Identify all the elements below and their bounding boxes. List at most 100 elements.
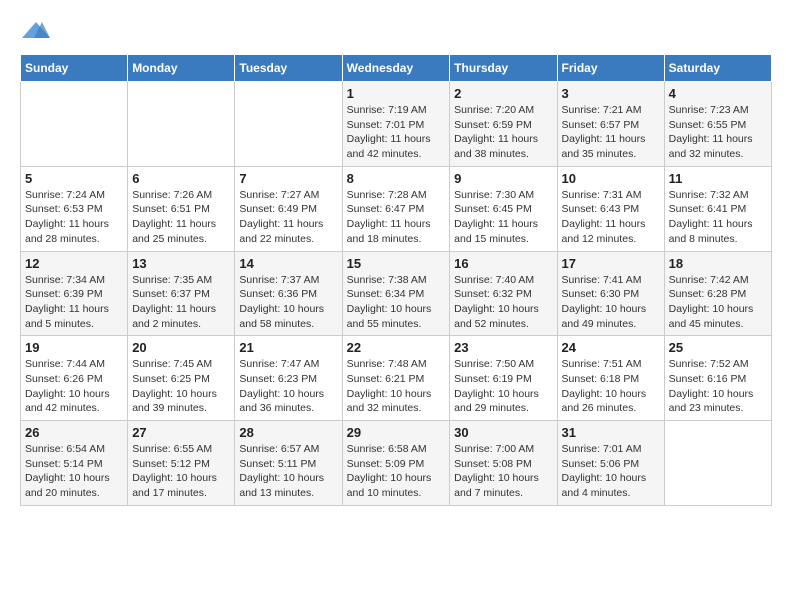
calendar-cell: 22 Sunrise: 7:48 AMSunset: 6:21 PMDayligh… bbox=[342, 336, 450, 421]
calendar-cell: 3 Sunrise: 7:21 AMSunset: 6:57 PMDaylight… bbox=[557, 82, 664, 167]
weekday-header-tuesday: Tuesday bbox=[235, 55, 342, 82]
day-info: Sunrise: 7:32 AMSunset: 6:41 PMDaylight:… bbox=[669, 188, 767, 247]
calendar-table: SundayMondayTuesdayWednesdayThursdayFrid… bbox=[20, 54, 772, 506]
calendar-cell: 8 Sunrise: 7:28 AMSunset: 6:47 PMDaylight… bbox=[342, 166, 450, 251]
day-number: 1 bbox=[347, 86, 446, 101]
day-number: 3 bbox=[562, 86, 660, 101]
day-number: 4 bbox=[669, 86, 767, 101]
weekday-header-saturday: Saturday bbox=[664, 55, 771, 82]
day-number: 20 bbox=[132, 340, 230, 355]
day-info: Sunrise: 7:52 AMSunset: 6:16 PMDaylight:… bbox=[669, 357, 767, 416]
week-row-4: 19 Sunrise: 7:44 AMSunset: 6:26 PMDayligh… bbox=[21, 336, 772, 421]
logo bbox=[20, 20, 50, 38]
day-info: Sunrise: 7:48 AMSunset: 6:21 PMDaylight:… bbox=[347, 357, 446, 416]
weekday-header-thursday: Thursday bbox=[450, 55, 557, 82]
calendar-cell: 15 Sunrise: 7:38 AMSunset: 6:34 PMDayligh… bbox=[342, 251, 450, 336]
day-number: 31 bbox=[562, 425, 660, 440]
calendar-cell: 29 Sunrise: 6:58 AMSunset: 5:09 PMDayligh… bbox=[342, 421, 450, 506]
day-number: 10 bbox=[562, 171, 660, 186]
day-info: Sunrise: 7:31 AMSunset: 6:43 PMDaylight:… bbox=[562, 188, 660, 247]
calendar-cell: 17 Sunrise: 7:41 AMSunset: 6:30 PMDayligh… bbox=[557, 251, 664, 336]
calendar-cell: 14 Sunrise: 7:37 AMSunset: 6:36 PMDayligh… bbox=[235, 251, 342, 336]
day-number: 27 bbox=[132, 425, 230, 440]
calendar-cell: 19 Sunrise: 7:44 AMSunset: 6:26 PMDayligh… bbox=[21, 336, 128, 421]
day-info: Sunrise: 7:30 AMSunset: 6:45 PMDaylight:… bbox=[454, 188, 552, 247]
day-number: 6 bbox=[132, 171, 230, 186]
calendar-cell: 11Sunrise: 7:32 AMSunset: 6:41 PMDayligh… bbox=[664, 166, 771, 251]
day-number: 12 bbox=[25, 256, 123, 271]
weekday-header-wednesday: Wednesday bbox=[342, 55, 450, 82]
calendar-cell: 27 Sunrise: 6:55 AMSunset: 5:12 PMDayligh… bbox=[128, 421, 235, 506]
weekday-header-row: SundayMondayTuesdayWednesdayThursdayFrid… bbox=[21, 55, 772, 82]
day-number: 23 bbox=[454, 340, 552, 355]
calendar-cell: 18 Sunrise: 7:42 AMSunset: 6:28 PMDayligh… bbox=[664, 251, 771, 336]
day-number: 24 bbox=[562, 340, 660, 355]
day-info: Sunrise: 7:47 AMSunset: 6:23 PMDaylight:… bbox=[239, 357, 337, 416]
calendar-cell: 26 Sunrise: 6:54 AMSunset: 5:14 PMDayligh… bbox=[21, 421, 128, 506]
calendar-cell: 4 Sunrise: 7:23 AMSunset: 6:55 PMDaylight… bbox=[664, 82, 771, 167]
day-number: 9 bbox=[454, 171, 552, 186]
day-number: 19 bbox=[25, 340, 123, 355]
day-info: Sunrise: 7:27 AMSunset: 6:49 PMDaylight:… bbox=[239, 188, 337, 247]
day-info: Sunrise: 7:34 AMSunset: 6:39 PMDaylight:… bbox=[25, 273, 123, 332]
day-number: 21 bbox=[239, 340, 337, 355]
day-number: 14 bbox=[239, 256, 337, 271]
calendar-cell bbox=[235, 82, 342, 167]
day-info: Sunrise: 7:28 AMSunset: 6:47 PMDaylight:… bbox=[347, 188, 446, 247]
day-number: 8 bbox=[347, 171, 446, 186]
calendar-body: 1Sunrise: 7:19 AMSunset: 7:01 PMDaylight… bbox=[21, 82, 772, 506]
day-info: Sunrise: 7:42 AMSunset: 6:28 PMDaylight:… bbox=[669, 273, 767, 332]
calendar-cell: 10 Sunrise: 7:31 AMSunset: 6:43 PMDayligh… bbox=[557, 166, 664, 251]
calendar-cell: 21 Sunrise: 7:47 AMSunset: 6:23 PMDayligh… bbox=[235, 336, 342, 421]
day-info: Sunrise: 7:23 AMSunset: 6:55 PMDaylight:… bbox=[669, 103, 767, 162]
calendar-cell: 23Sunrise: 7:50 AMSunset: 6:19 PMDayligh… bbox=[450, 336, 557, 421]
day-number: 18 bbox=[669, 256, 767, 271]
day-number: 15 bbox=[347, 256, 446, 271]
day-number: 28 bbox=[239, 425, 337, 440]
day-info: Sunrise: 7:20 AMSunset: 6:59 PMDaylight:… bbox=[454, 103, 552, 162]
day-number: 25 bbox=[669, 340, 767, 355]
day-number: 22 bbox=[347, 340, 446, 355]
calendar-cell: 30Sunrise: 7:00 AMSunset: 5:08 PMDayligh… bbox=[450, 421, 557, 506]
day-info: Sunrise: 7:38 AMSunset: 6:34 PMDaylight:… bbox=[347, 273, 446, 332]
calendar-cell bbox=[664, 421, 771, 506]
day-info: Sunrise: 6:55 AMSunset: 5:12 PMDaylight:… bbox=[132, 442, 230, 501]
day-number: 13 bbox=[132, 256, 230, 271]
calendar-cell: 12 Sunrise: 7:34 AMSunset: 6:39 PMDayligh… bbox=[21, 251, 128, 336]
day-info: Sunrise: 7:37 AMSunset: 6:36 PMDaylight:… bbox=[239, 273, 337, 332]
day-info: Sunrise: 7:24 AMSunset: 6:53 PMDaylight:… bbox=[25, 188, 123, 247]
calendar-cell: 1Sunrise: 7:19 AMSunset: 7:01 PMDaylight… bbox=[342, 82, 450, 167]
week-row-3: 12 Sunrise: 7:34 AMSunset: 6:39 PMDayligh… bbox=[21, 251, 772, 336]
day-info: Sunrise: 7:51 AMSunset: 6:18 PMDaylight:… bbox=[562, 357, 660, 416]
day-info: Sunrise: 7:26 AMSunset: 6:51 PMDaylight:… bbox=[132, 188, 230, 247]
page-header bbox=[20, 20, 772, 38]
day-number: 30 bbox=[454, 425, 552, 440]
week-row-2: 5Sunrise: 7:24 AMSunset: 6:53 PMDaylight… bbox=[21, 166, 772, 251]
calendar-cell bbox=[21, 82, 128, 167]
calendar-cell: 5Sunrise: 7:24 AMSunset: 6:53 PMDaylight… bbox=[21, 166, 128, 251]
calendar-cell: 20 Sunrise: 7:45 AMSunset: 6:25 PMDayligh… bbox=[128, 336, 235, 421]
day-number: 29 bbox=[347, 425, 446, 440]
day-info: Sunrise: 7:44 AMSunset: 6:26 PMDaylight:… bbox=[25, 357, 123, 416]
weekday-header-sunday: Sunday bbox=[21, 55, 128, 82]
day-number: 7 bbox=[239, 171, 337, 186]
calendar-cell: 2 Sunrise: 7:20 AMSunset: 6:59 PMDaylight… bbox=[450, 82, 557, 167]
calendar-cell: 7 Sunrise: 7:27 AMSunset: 6:49 PMDaylight… bbox=[235, 166, 342, 251]
day-number: 2 bbox=[454, 86, 552, 101]
calendar-cell: 25 Sunrise: 7:52 AMSunset: 6:16 PMDayligh… bbox=[664, 336, 771, 421]
calendar-cell: 9 Sunrise: 7:30 AMSunset: 6:45 PMDaylight… bbox=[450, 166, 557, 251]
day-info: Sunrise: 6:54 AMSunset: 5:14 PMDaylight:… bbox=[25, 442, 123, 501]
day-info: Sunrise: 7:45 AMSunset: 6:25 PMDaylight:… bbox=[132, 357, 230, 416]
week-row-1: 1Sunrise: 7:19 AMSunset: 7:01 PMDaylight… bbox=[21, 82, 772, 167]
calendar-cell: 28Sunrise: 6:57 AMSunset: 5:11 PMDayligh… bbox=[235, 421, 342, 506]
day-number: 16 bbox=[454, 256, 552, 271]
logo-icon bbox=[22, 20, 50, 42]
day-number: 17 bbox=[562, 256, 660, 271]
day-number: 26 bbox=[25, 425, 123, 440]
calendar-cell: 16Sunrise: 7:40 AMSunset: 6:32 PMDayligh… bbox=[450, 251, 557, 336]
calendar-cell bbox=[128, 82, 235, 167]
day-info: Sunrise: 7:41 AMSunset: 6:30 PMDaylight:… bbox=[562, 273, 660, 332]
day-info: Sunrise: 7:21 AMSunset: 6:57 PMDaylight:… bbox=[562, 103, 660, 162]
day-info: Sunrise: 7:35 AMSunset: 6:37 PMDaylight:… bbox=[132, 273, 230, 332]
day-info: Sunrise: 6:58 AMSunset: 5:09 PMDaylight:… bbox=[347, 442, 446, 501]
